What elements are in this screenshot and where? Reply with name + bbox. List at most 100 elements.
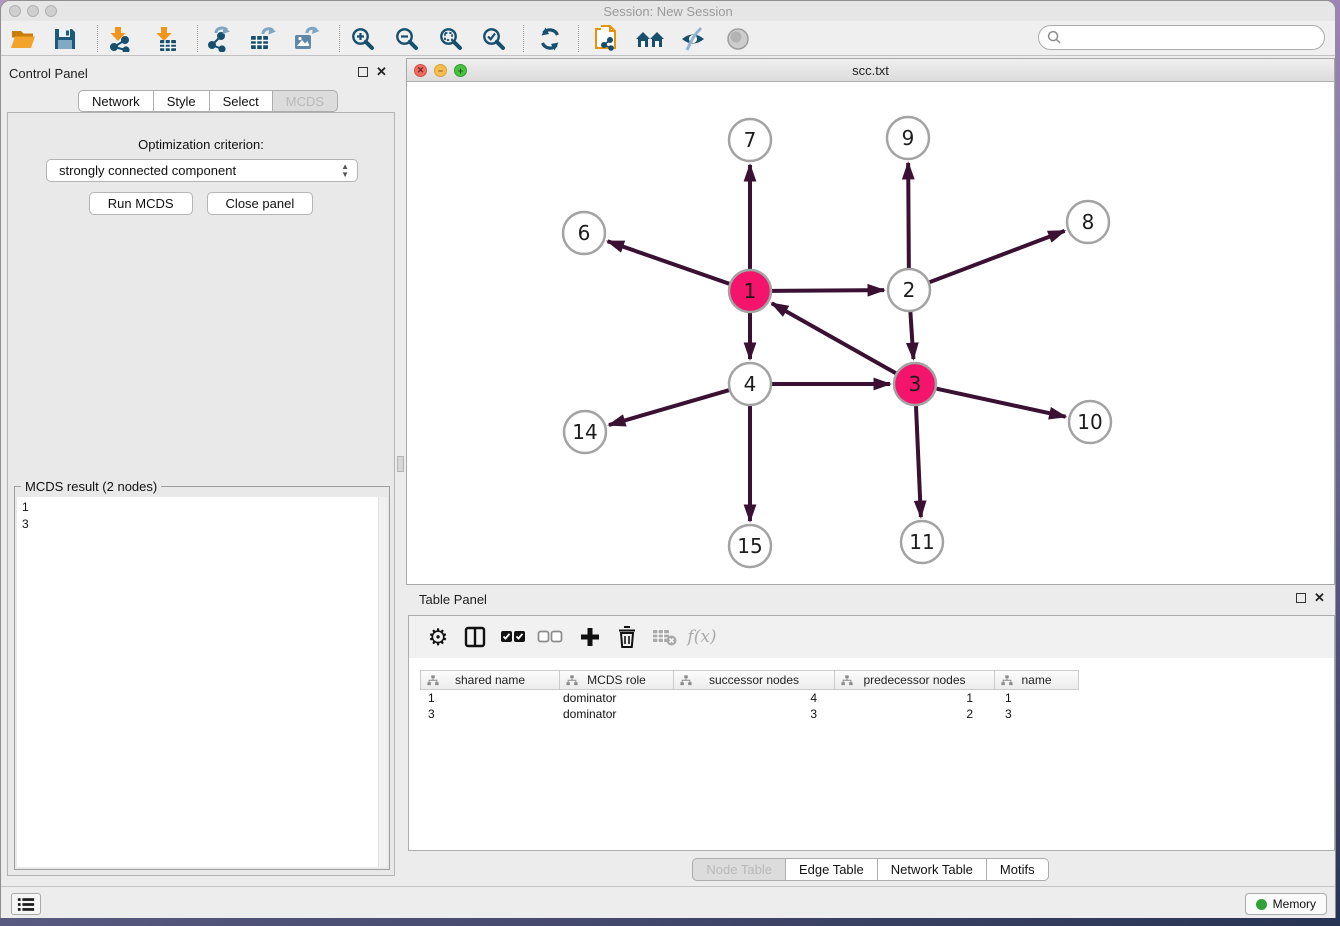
new-network-from-selection-icon[interactable] xyxy=(590,24,622,54)
table-cell[interactable]: 2 xyxy=(835,706,995,722)
tab-node-table[interactable]: Node Table xyxy=(692,858,786,881)
table-panel-close-icon[interactable]: ✕ xyxy=(1314,593,1325,603)
graph-edge-4-14[interactable] xyxy=(609,390,729,425)
network-canvas[interactable]: 1234678910111415 xyxy=(407,83,1334,584)
graph-node-label: 8 xyxy=(1082,210,1095,234)
zoom-in-icon[interactable] xyxy=(347,24,379,54)
task-history-button[interactable] xyxy=(11,893,41,915)
tab-edge-table[interactable]: Edge Table xyxy=(786,858,878,881)
table-cell[interactable]: dominator xyxy=(560,706,674,722)
tab-style[interactable]: Style xyxy=(154,90,210,112)
table-row[interactable]: 3dominator323 xyxy=(420,706,1079,722)
criterion-select[interactable]: strongly connected component ▲▼ xyxy=(46,159,358,182)
export-image-icon[interactable] xyxy=(291,24,323,54)
column-header-label: name xyxy=(1021,673,1051,687)
network-window-title: scc.txt xyxy=(407,63,1334,78)
zoom-selected-icon[interactable] xyxy=(478,24,510,54)
export-table-icon[interactable] xyxy=(247,24,279,54)
table-cell[interactable]: 1 xyxy=(835,690,995,706)
graph-node-label: 3 xyxy=(909,372,922,396)
export-network-icon[interactable] xyxy=(203,24,235,54)
network-view-window: ✕ − + scc.txt 1234678910111415 xyxy=(406,58,1335,585)
save-session-icon[interactable] xyxy=(49,24,81,54)
table-cell[interactable]: 1 xyxy=(420,690,560,706)
hide-selected-icon[interactable] xyxy=(677,24,709,54)
graph-node-label: 11 xyxy=(909,530,934,554)
table-cell[interactable]: 1 xyxy=(995,690,1079,706)
control-panel-float-icon[interactable] xyxy=(358,67,368,77)
mcds-result-title: MCDS result (2 nodes) xyxy=(21,479,161,494)
add-column-icon[interactable] xyxy=(574,622,606,652)
function-builder-icon[interactable]: f(x) xyxy=(686,622,718,652)
column-header-shared-name[interactable]: shared name xyxy=(420,670,560,690)
column-header-label: shared name xyxy=(455,673,525,687)
graph-edge-3-1[interactable] xyxy=(772,303,896,373)
tab-select[interactable]: Select xyxy=(210,90,273,112)
graph-node-label: 1 xyxy=(744,279,757,303)
column-header-predecessor-nodes[interactable]: predecessor nodes xyxy=(835,670,995,690)
control-panel-title: Control Panel xyxy=(9,66,88,81)
graph-edge-1-2[interactable] xyxy=(772,290,884,291)
table-cell[interactable]: 3 xyxy=(674,706,835,722)
graph-edge-2-9[interactable] xyxy=(908,163,909,268)
open-file-icon[interactable] xyxy=(7,24,39,54)
graph-node-label: 15 xyxy=(737,534,762,558)
main-toolbar xyxy=(1,21,1335,56)
deselect-all-icon[interactable] xyxy=(534,622,566,652)
column-header-successor-nodes[interactable]: successor nodes xyxy=(674,670,835,690)
node-table-panel: ⚙ f(x) shared name MCDS role successor nod… xyxy=(408,615,1335,851)
graph-edge-3-10[interactable] xyxy=(936,389,1065,417)
mcds-result-group: MCDS result (2 nodes) 1 3 xyxy=(14,486,390,870)
table-row[interactable]: 1dominator411 xyxy=(420,690,1079,706)
graph-node-label: 4 xyxy=(744,372,757,396)
table-cell[interactable]: 4 xyxy=(674,690,835,706)
memory-button[interactable]: Memory xyxy=(1245,893,1327,915)
network-window-titlebar[interactable]: ✕ − + scc.txt xyxy=(407,59,1334,82)
column-view-icon[interactable] xyxy=(459,622,491,652)
column-header-name[interactable]: name xyxy=(995,670,1079,690)
toolbar-separator xyxy=(339,25,340,52)
refresh-icon[interactable] xyxy=(534,24,566,54)
table-cell[interactable]: dominator xyxy=(560,690,674,706)
memory-label: Memory xyxy=(1273,897,1316,911)
tab-motifs[interactable]: Motifs xyxy=(987,858,1049,881)
graph-edge-2-3[interactable] xyxy=(910,312,913,359)
result-scrollbar[interactable] xyxy=(378,497,387,867)
close-panel-button[interactable]: Close panel xyxy=(207,192,314,215)
mcds-result-text: 1 3 xyxy=(22,499,29,533)
split-handle[interactable] xyxy=(397,456,404,472)
graph-edge-3-11[interactable] xyxy=(916,406,921,517)
first-neighbors-icon[interactable] xyxy=(634,24,666,54)
column-header-label: predecessor nodes xyxy=(863,673,965,687)
table-header: shared name MCDS role successor nodes prede… xyxy=(420,670,1079,690)
zoom-out-icon[interactable] xyxy=(391,24,423,54)
tab-network-table[interactable]: Network Table xyxy=(878,858,987,881)
graph-node-label: 10 xyxy=(1077,410,1102,434)
tab-network[interactable]: Network xyxy=(78,90,154,112)
app-titlebar: Session: New Session xyxy=(1,1,1335,21)
select-all-icon[interactable] xyxy=(497,622,529,652)
search-input[interactable] xyxy=(1067,30,1324,45)
delete-column-icon[interactable] xyxy=(611,622,643,652)
delete-table-icon[interactable] xyxy=(649,622,681,652)
import-table-icon[interactable] xyxy=(149,24,181,54)
table-toolbar: ⚙ f(x) xyxy=(409,616,1334,658)
column-header-MCDS-role[interactable]: MCDS role xyxy=(560,670,674,690)
table-panel-float-icon[interactable] xyxy=(1296,593,1306,603)
tab-mcds[interactable]: MCDS xyxy=(273,90,338,112)
toolbar-separator xyxy=(197,25,198,52)
mcds-result-area[interactable]: 1 3 xyxy=(17,497,387,867)
graph-edge-2-8[interactable] xyxy=(930,231,1065,282)
import-network-icon[interactable] xyxy=(103,24,135,54)
show-all-icon[interactable] xyxy=(722,24,754,54)
control-panel-close-icon[interactable]: ✕ xyxy=(376,67,387,77)
memory-status-icon xyxy=(1256,899,1267,910)
column-header-label: successor nodes xyxy=(709,673,799,687)
zoom-fit-icon[interactable] xyxy=(435,24,467,54)
graph-edge-1-6[interactable] xyxy=(608,241,730,283)
column-header-label: MCDS role xyxy=(587,673,646,687)
table-cell[interactable]: 3 xyxy=(420,706,560,722)
table-cell[interactable]: 3 xyxy=(995,706,1079,722)
run-mcds-button[interactable]: Run MCDS xyxy=(89,192,193,215)
gear-icon[interactable]: ⚙ xyxy=(422,622,454,652)
